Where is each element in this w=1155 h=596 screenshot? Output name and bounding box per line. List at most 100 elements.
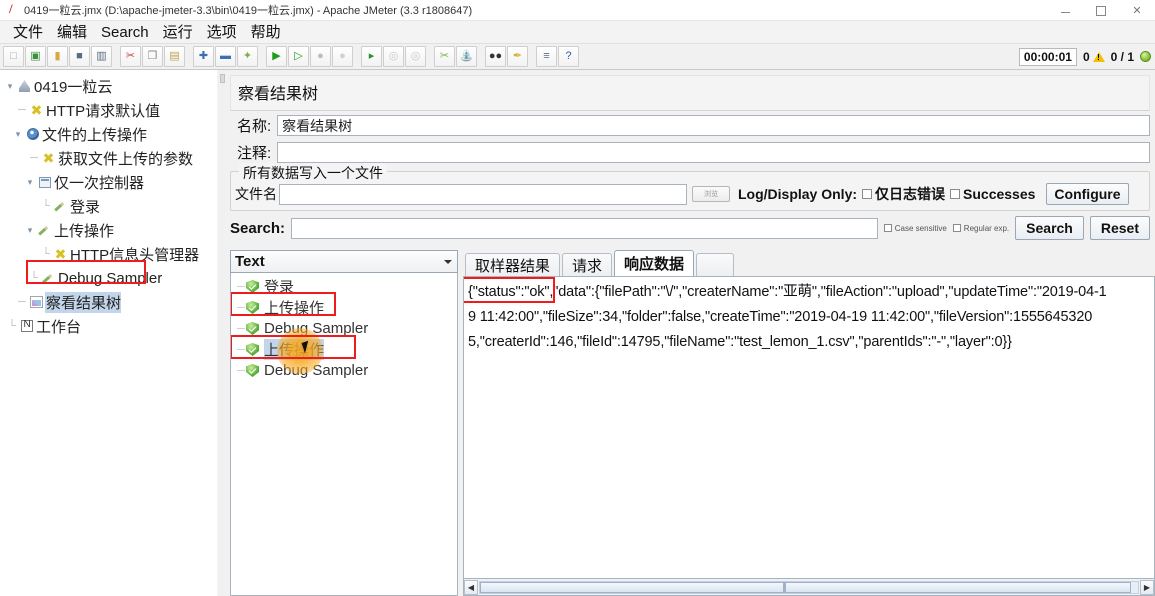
case-sensitive-label: Case sensitive	[894, 223, 947, 233]
result-item-login[interactable]: ─ 登录	[231, 276, 457, 297]
templates-icon[interactable]: ▣	[25, 46, 46, 67]
toggle-icon[interactable]: ✦	[237, 46, 258, 67]
paste-icon[interactable]: ▤	[164, 46, 185, 67]
tree-node-upload-sampler[interactable]: ▾ 上传操作	[4, 218, 217, 242]
errors-only-label: 仅日志错误	[875, 186, 946, 202]
filename-input[interactable]	[279, 183, 687, 205]
pane-splitter[interactable]	[218, 70, 225, 596]
result-item-label: 上传操作	[264, 339, 325, 360]
clear-all-icon[interactable]: ⛲	[456, 46, 477, 67]
browse-button[interactable]: 浏览	[692, 186, 730, 202]
stop-remote-icon[interactable]: ◎	[383, 46, 404, 67]
active-threads: 0 / 1	[1110, 49, 1134, 64]
menu-search[interactable]: Search	[94, 22, 156, 43]
tree-node-http-defaults[interactable]: ─ ✖ HTTP请求默认值	[4, 98, 217, 122]
tab-request[interactable]: 请求	[562, 253, 613, 276]
case-sensitive-checkbox[interactable]: Case sensitive	[883, 223, 947, 233]
result-item-debug-1[interactable]: ─ Debug Sampler	[231, 318, 457, 339]
comment-input[interactable]	[277, 142, 1150, 163]
sampler-icon	[36, 224, 53, 237]
response-hscrollbar[interactable]: ◀ ▶	[463, 579, 1155, 596]
maximize-button[interactable]	[1083, 0, 1119, 21]
help-icon[interactable]: ?	[558, 46, 579, 67]
regular-exp-checkbox[interactable]: Regular exp.	[952, 224, 1009, 233]
success-shield-icon	[246, 322, 259, 335]
menu-options[interactable]: 选项	[200, 22, 244, 43]
scroll-thumb[interactable]	[480, 581, 1132, 593]
tree-node-label: HTTP信息头管理器	[70, 246, 200, 264]
successes-checkbox[interactable]: Successes	[950, 186, 1035, 202]
start-remote-icon[interactable]: ▸	[361, 46, 382, 67]
render-selector[interactable]: Text	[230, 250, 458, 273]
minimize-button[interactable]	[1047, 0, 1083, 21]
function-helper-icon[interactable]: ≡	[536, 46, 557, 67]
result-item-upload-1[interactable]: ─ 上传操作	[231, 297, 457, 318]
result-item-upload-2[interactable]: ─ 上传操作	[231, 339, 457, 360]
cut-icon[interactable]: ✂	[120, 46, 141, 67]
start-icon[interactable]: ▶	[266, 46, 287, 67]
tree-node-get-params[interactable]: ─ ✖ 获取文件上传的参数	[4, 146, 217, 170]
tree-node-label: 上传操作	[54, 222, 115, 240]
test-plan-tree[interactable]: ▾ 0419一粒云 ─ ✖ HTTP请求默认值 ▾ 文件的上传操作 ─ ✖ 获取…	[0, 70, 218, 596]
search-input[interactable]	[291, 217, 878, 239]
expander-icon[interactable]: ▾	[4, 81, 16, 92]
new-icon[interactable]: □	[3, 46, 24, 67]
name-input[interactable]: 察看结果树	[277, 115, 1150, 136]
sampler-icon	[52, 200, 69, 213]
tree-node-debug-sampler[interactable]: └ Debug Sampler	[4, 266, 217, 290]
save-as-icon[interactable]: ▥	[91, 46, 112, 67]
controller-icon	[36, 176, 53, 188]
result-item-label: 上传操作	[264, 300, 325, 317]
menu-file[interactable]: 文件	[6, 22, 50, 43]
clear-icon[interactable]: ✂	[434, 46, 455, 67]
tree-node-thread-group[interactable]: ▾ 文件的上传操作	[4, 122, 217, 146]
reset-button[interactable]: Reset	[1089, 216, 1150, 240]
scroll-left-icon[interactable]: ◀	[464, 579, 478, 595]
scroll-right-icon[interactable]: ▶	[1140, 579, 1154, 595]
scroll-track[interactable]	[479, 580, 1139, 594]
tab-response-data[interactable]: 响应数据	[614, 250, 695, 276]
name-row: 名称: 察看结果树	[230, 113, 1150, 138]
shutdown-remote-icon[interactable]: ◎	[405, 46, 426, 67]
start-no-pause-icon[interactable]: ▷	[288, 46, 309, 67]
window-title: 0419一粒云.jmx (D:\apache-jmeter-3.3\bin\04…	[24, 5, 473, 17]
result-item-label: 登录	[264, 279, 295, 296]
name-label: 名称:	[237, 118, 272, 135]
search-reset-icon[interactable]: ✒	[507, 46, 528, 67]
expander-icon[interactable]: ▾	[12, 129, 24, 140]
expand-icon[interactable]: ✚	[193, 46, 214, 67]
expander-icon[interactable]: ▾	[24, 225, 36, 236]
expander-icon[interactable]: ▾	[24, 177, 36, 188]
page-title: 察看结果树	[230, 75, 1150, 111]
tree-node-header-manager[interactable]: └ ✖ HTTP信息头管理器	[4, 242, 217, 266]
tree-elbow: ─	[237, 280, 245, 293]
tree-node-login-sampler[interactable]: └ 登录	[4, 194, 217, 218]
response-data-text[interactable]: {"status":"ok","data":{"filePath":"\/","…	[463, 276, 1155, 579]
menu-help[interactable]: 帮助	[244, 22, 288, 43]
errors-only-checkbox[interactable]: 仅日志错误	[862, 184, 945, 204]
stop-icon[interactable]: ●	[310, 46, 331, 67]
copy-icon[interactable]: ❐	[142, 46, 163, 67]
search-button[interactable]: Search	[1015, 216, 1084, 240]
open-icon[interactable]: ▮	[47, 46, 68, 67]
shutdown-icon[interactable]: ●	[332, 46, 353, 67]
tree-node-test-plan[interactable]: ▾ 0419一粒云	[4, 74, 217, 98]
filename-label: 文件名	[235, 186, 277, 202]
comment-row: 注释:	[230, 140, 1150, 165]
tree-node-view-results-tree[interactable]: ─ 察看结果树	[4, 290, 217, 314]
save-icon[interactable]: ■	[69, 46, 90, 67]
result-item-debug-2[interactable]: ─ Debug Sampler	[231, 360, 457, 381]
tree-node-once-only-controller[interactable]: ▾ 仅一次控制器	[4, 170, 217, 194]
tab-sampler-result[interactable]: 取样器结果	[465, 253, 561, 276]
configure-button[interactable]: Configure	[1046, 183, 1129, 205]
close-button[interactable]	[1119, 0, 1155, 21]
results-tree[interactable]: ─ 登录 ─ 上传操作 ─ Debug Sampler ─ 上传操作 ─ Deb…	[230, 273, 458, 596]
search-icon[interactable]: ●●	[485, 46, 506, 67]
warning-indicator[interactable]: 0	[1083, 50, 1105, 64]
success-shield-icon	[246, 364, 259, 377]
results-list-pane: Text ─ 登录 ─ 上传操作 ─ Debug Sampler ─ 上传操作 …	[230, 250, 458, 596]
collapse-icon[interactable]: ▬	[215, 46, 236, 67]
menu-run[interactable]: 运行	[156, 22, 200, 43]
tree-node-workbench[interactable]: └ 工作台	[4, 314, 217, 338]
menu-edit[interactable]: 编辑	[50, 22, 94, 43]
